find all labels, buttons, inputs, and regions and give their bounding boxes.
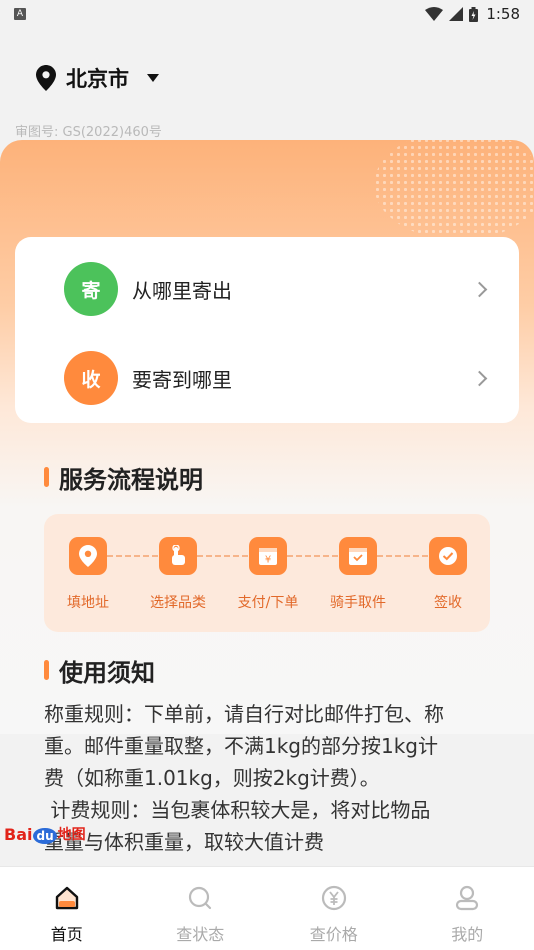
tab-label: 首页 <box>50 925 83 944</box>
process-title: 服务流程说明 <box>59 465 203 494</box>
step-label: 骑手取件 <box>330 595 386 611</box>
step-fill-address: 填地址 <box>43 514 133 632</box>
notification-icon: A <box>14 8 26 20</box>
tab-mine[interactable]: 我的 <box>401 867 534 950</box>
logo-text: Bai <box>4 825 33 844</box>
wifi-icon <box>425 7 444 21</box>
clock: 1:58 <box>486 5 520 23</box>
notice-line: 重量与体积重量，取较大值计费 <box>44 830 324 854</box>
process-section-title: 服务流程说明 <box>44 462 203 494</box>
tap-hand-icon <box>159 537 197 575</box>
decorative-pattern <box>374 140 534 240</box>
bottom-tab-bar: 首页 查状态 查价格 我的 <box>0 866 534 950</box>
step-sign-receipt: 签收 <box>403 514 493 632</box>
home-icon <box>52 883 82 913</box>
notice-text: 称重规则：下单前，请自行对比邮件打包、称 重。邮件重量取整，不满1kg的部分按1… <box>44 698 496 858</box>
process-steps: 填地址 选择品类 ¥ 支付/下单 骑手取件 签收 <box>44 514 490 632</box>
tab-label: 我的 <box>451 925 484 944</box>
logo-text: 地图 <box>57 827 86 843</box>
title-accent-bar <box>44 467 49 487</box>
step-choose-category: 选择品类 <box>133 514 223 632</box>
payment-icon: ¥ <box>249 537 287 575</box>
notice-line: 费（如称重1.01kg，则按2kg计费）。 <box>44 766 380 790</box>
svg-text:¥: ¥ <box>265 555 271 566</box>
notice-section-title: 使用须知 <box>44 655 155 687</box>
map-approval-number: 审图号: GS(2022)460号 <box>15 125 162 140</box>
chevron-right-icon <box>471 370 488 386</box>
tab-label: 查价格 <box>309 925 358 944</box>
tab-home[interactable]: 首页 <box>0 867 134 950</box>
send-from-row[interactable]: 寄 从哪里寄出 <box>15 249 519 329</box>
title-accent-bar <box>44 660 49 680</box>
yuan-icon <box>319 883 349 913</box>
search-icon <box>185 883 215 913</box>
notice-line: 计费规则：当包裹体积较大是，将对比物品 <box>44 798 431 822</box>
tab-check-price[interactable]: 查价格 <box>267 867 401 950</box>
send-from-label: 从哪里寄出 <box>132 278 232 303</box>
send-to-label: 要寄到哪里 <box>132 367 232 392</box>
notice-line: 称重规则：下单前，请自行对比邮件打包、称 <box>44 702 444 726</box>
notice-title: 使用须知 <box>59 658 155 687</box>
baidu-map-logo: Bai du 地图 <box>4 824 86 844</box>
check-circle-icon <box>429 537 467 575</box>
step-label: 支付/下单 <box>237 595 299 611</box>
tab-label: 查状态 <box>176 925 225 944</box>
location-icon <box>69 537 107 575</box>
send-badge: 寄 <box>64 262 118 316</box>
send-to-row[interactable]: 收 要寄到哪里 <box>15 338 519 418</box>
step-label: 选择品类 <box>150 595 206 611</box>
step-rider-pickup: 骑手取件 <box>313 514 403 632</box>
logo-text: du <box>33 828 57 844</box>
user-icon <box>452 883 482 913</box>
status-bar: A 1:58 <box>0 0 534 28</box>
receive-badge: 收 <box>64 351 118 405</box>
step-label: 填地址 <box>67 595 109 611</box>
address-card: 寄 从哪里寄出 收 要寄到哪里 <box>15 237 519 423</box>
package-icon <box>339 537 377 575</box>
location-pin-icon <box>36 65 56 91</box>
battery-icon <box>469 6 479 22</box>
dropdown-caret-icon <box>147 74 159 82</box>
step-pay-order: ¥ 支付/下单 <box>223 514 313 632</box>
notice-line: 重。邮件重量取整，不满1kg的部分按1kg计 <box>44 734 439 758</box>
step-label: 签收 <box>434 595 462 611</box>
chevron-right-icon <box>471 281 488 297</box>
city-name: 北京市 <box>66 67 129 91</box>
tab-check-status[interactable]: 查状态 <box>134 867 268 950</box>
city-selector[interactable]: 北京市 <box>36 60 159 96</box>
map-hero-area[interactable] <box>0 140 534 734</box>
signal-icon <box>449 7 464 21</box>
